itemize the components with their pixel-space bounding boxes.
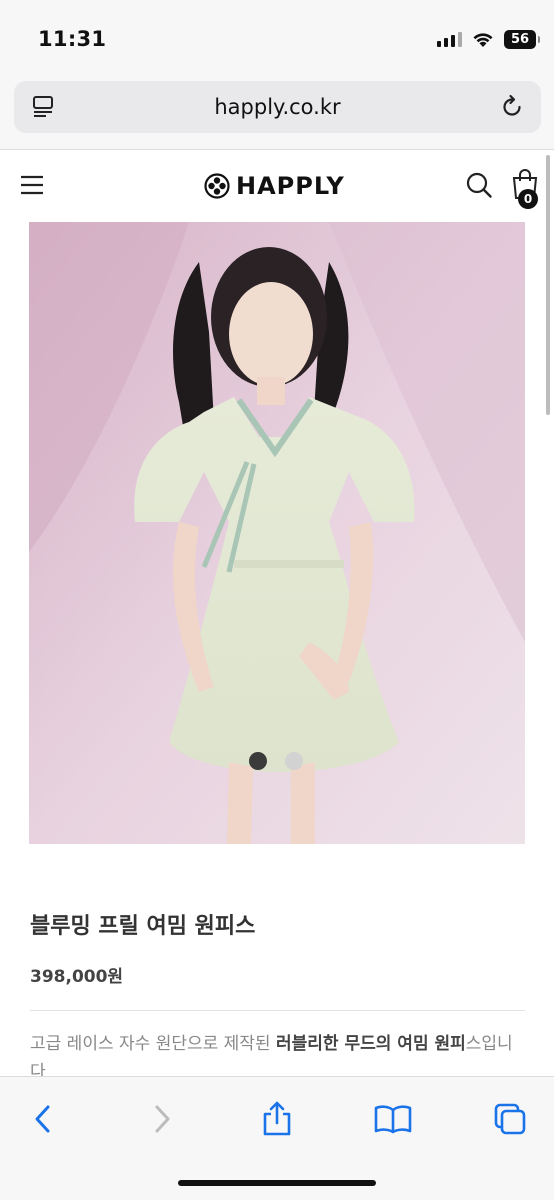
carousel-dot-1[interactable] [249, 752, 267, 770]
product-photo [29, 222, 525, 844]
reload-icon[interactable] [499, 94, 525, 120]
divider [30, 1010, 525, 1011]
description-plain: 고급 레이스 자수 원단으로 제작된 [30, 1034, 276, 1054]
status-time: 11:31 [38, 27, 107, 51]
product-title: 블루밍 프릴 여밈 원피스 [30, 914, 256, 939]
brand-logo[interactable]: HAPPLY [204, 171, 345, 201]
wifi-icon [473, 32, 493, 47]
tabs-button[interactable] [490, 1099, 530, 1139]
home-indicator[interactable] [178, 1180, 376, 1186]
hamburger-icon[interactable] [20, 175, 44, 195]
chevron-left-icon [35, 1105, 50, 1133]
product-image[interactable] [29, 222, 525, 844]
browser-chrome: happly.co.kr [0, 76, 554, 150]
product-price: 398,000원 [30, 967, 124, 987]
battery-icon: 56 [504, 29, 540, 49]
status-icons: 56 [437, 28, 540, 50]
share-button[interactable] [257, 1099, 297, 1139]
description-bold: 러블리한 무드의 여밈 원피 [275, 1034, 466, 1054]
book-icon [374, 1105, 412, 1134]
url-text[interactable]: happly.co.kr [14, 95, 541, 119]
address-bar[interactable]: happly.co.kr [14, 81, 541, 133]
scrollbar[interactable] [546, 155, 550, 415]
brand-name: HAPPLY [236, 172, 345, 200]
carousel-dot-2[interactable] [285, 752, 303, 770]
product-description: 고급 레이스 자수 원단으로 제작된 러블리한 무드의 여밈 원피스입니다 [30, 1030, 525, 1076]
site-header: HAPPLY [0, 151, 554, 221]
cellular-signal-icon [437, 31, 462, 47]
forward-button[interactable] [142, 1099, 182, 1139]
share-icon [263, 1101, 291, 1136]
cart-count-badge: 0 [518, 189, 538, 209]
bookmarks-button[interactable] [373, 1099, 413, 1139]
brand-mark-icon [204, 173, 230, 199]
status-bar: 11:31 56 [0, 0, 554, 76]
chevron-right-icon [155, 1105, 170, 1133]
search-icon[interactable] [465, 171, 493, 199]
tabs-icon [494, 1103, 526, 1135]
back-button[interactable] [23, 1099, 63, 1139]
